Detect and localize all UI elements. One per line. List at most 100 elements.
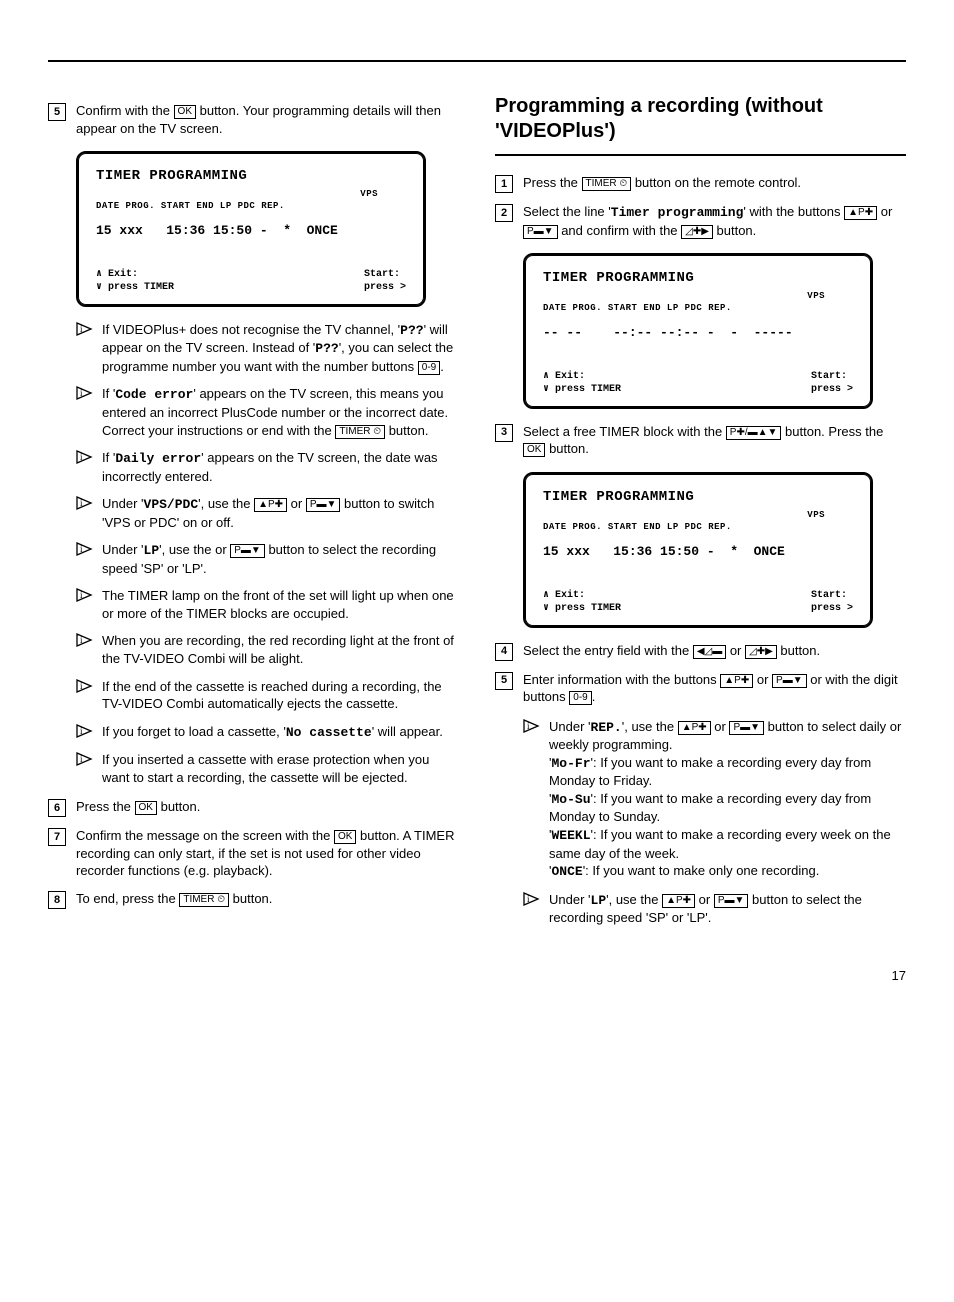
left-arrow-button-label: ◀◿▬	[693, 645, 726, 659]
note-text: Under 'LP', use the ▲P✚ or P▬▼ button to…	[549, 891, 906, 927]
p-plus-button-label: ▲P✚	[720, 674, 753, 688]
info-arrow-icon: i	[76, 450, 94, 485]
text: button.	[777, 643, 820, 658]
p-plus-button-label: ▲P✚	[662, 894, 695, 908]
text: Confirm with the	[76, 103, 174, 118]
tv-screen: TIMER PROGRAMMING VPS DATE PROG. START E…	[76, 151, 426, 307]
tv-data-row: 15 xxx 15:36 15:50 - * ONCE	[543, 543, 853, 561]
text: Select the entry field with the	[523, 643, 693, 658]
code-text: LP	[144, 543, 160, 558]
right-arrow-button-label: ◿✚▶	[681, 225, 713, 239]
text: or	[726, 643, 745, 658]
page-number: 17	[48, 967, 906, 985]
code-text: Mo-Su	[551, 792, 590, 807]
two-column-layout: 5 Confirm with the OK button. Your progr…	[48, 94, 906, 939]
left-column: 5 Confirm with the OK button. Your progr…	[48, 94, 459, 939]
section-title: Programming a recording (without 'VIDEOP…	[495, 94, 906, 144]
step-number: 5	[495, 672, 513, 690]
step-number: 4	[495, 643, 513, 661]
text: button on the remote control.	[631, 175, 801, 190]
text: Select the line '	[523, 204, 611, 219]
step-number: 7	[48, 828, 66, 846]
code-text: VPS/PDC	[144, 497, 199, 512]
note-item: i Under 'REP.', use the ▲P✚ or P▬▼ butto…	[523, 718, 906, 881]
top-rule	[48, 60, 906, 62]
step-number: 8	[48, 891, 66, 909]
tv-footer-left: ∧ Exit: ∨ press TIMER	[96, 268, 174, 295]
note-text: If you inserted a cassette with erase pr…	[102, 751, 459, 786]
text: button.	[385, 423, 428, 438]
text: Press the	[523, 175, 582, 190]
notes-block: i Under 'REP.', use the ▲P✚ or P▬▼ butto…	[523, 718, 906, 927]
text: Press the	[76, 799, 135, 814]
step-text: Confirm with the OK button. Your program…	[76, 102, 459, 137]
text: To end, press the	[76, 891, 179, 906]
step-text: Press the OK button.	[76, 798, 459, 817]
text: button.	[229, 891, 272, 906]
note-item: i Under 'VPS/PDC', use the ▲P✚ or P▬▼ bu…	[76, 495, 459, 531]
header-row: DATE PROG. START END LP PDC REP.	[543, 522, 732, 532]
code-text: P??	[315, 341, 338, 356]
text: or	[877, 204, 892, 219]
note-item: i Under 'LP', use the or P▬▼ button to s…	[76, 541, 459, 577]
info-arrow-icon: i	[76, 496, 94, 531]
step-text: Enter information with the buttons ▲P✚ o…	[523, 671, 906, 706]
step-text: To end, press the TIMER ⏲ button.	[76, 890, 459, 909]
step-number: 2	[495, 204, 513, 222]
step-number: 3	[495, 424, 513, 442]
text: If '	[102, 450, 115, 465]
code-text: ONCE	[551, 864, 582, 879]
info-arrow-icon: i	[523, 719, 541, 881]
step-number: 1	[495, 175, 513, 193]
note-item: i Under 'LP', use the ▲P✚ or P▬▼ button …	[523, 891, 906, 927]
note-text: If the end of the cassette is reached du…	[102, 678, 459, 713]
section-heading-block: Programming a recording (without 'VIDEOP…	[495, 94, 906, 156]
p-plus-button-label: ▲P✚	[678, 721, 711, 735]
vps-label: VPS	[543, 290, 853, 302]
right-column: Programming a recording (without 'VIDEOP…	[495, 94, 906, 939]
timer-button-label: TIMER ⏲	[335, 425, 385, 439]
step-1: 1 Press the TIMER ⏲ button on the remote…	[495, 174, 906, 193]
code-text: Timer programming	[611, 205, 744, 220]
text: or	[695, 892, 714, 907]
step-5r: 5 Enter information with the buttons ▲P✚…	[495, 671, 906, 706]
p-minus-button-label: P▬▼	[306, 498, 341, 512]
text: or	[287, 496, 306, 511]
tv-title: TIMER PROGRAMMING	[543, 269, 853, 288]
note-item: i The TIMER lamp on the front of the set…	[76, 587, 459, 622]
code-text: Mo-Fr	[551, 756, 590, 771]
tv-footer-right: Start: press >	[811, 589, 853, 616]
tv-footer-right: Start: press >	[364, 268, 406, 295]
text: If you forget to load a cassette, '	[102, 724, 286, 739]
tv-title: TIMER PROGRAMMING	[543, 488, 853, 507]
p-plus-button-label: ▲P✚	[844, 206, 877, 220]
p-updown-button-label: P✚/▬▲▼	[726, 426, 782, 440]
info-arrow-icon: i	[76, 322, 94, 376]
text: Under '	[549, 892, 591, 907]
text: ': If you want to make only one recordin…	[583, 863, 820, 878]
info-arrow-icon: i	[523, 892, 541, 927]
code-text: P??	[400, 323, 423, 338]
text: Enter information with the buttons	[523, 672, 720, 687]
tv-footer: ∧ Exit: ∨ press TIMER Start: press >	[543, 370, 853, 397]
info-arrow-icon: i	[76, 386, 94, 439]
tv-screen: TIMER PROGRAMMING VPS DATE PROG. START E…	[523, 472, 873, 628]
ok-button-label: OK	[523, 443, 545, 457]
text: Under '	[102, 542, 144, 557]
note-item: i If 'Daily error' appears on the TV scr…	[76, 449, 459, 485]
text: and confirm with the	[558, 223, 682, 238]
text: button.	[713, 223, 756, 238]
tv-headers: VPS DATE PROG. START END LP PDC REP.	[543, 509, 853, 533]
text: Confirm the message on the screen with t…	[76, 828, 334, 843]
digits-button-label: 0-9	[569, 691, 591, 705]
info-arrow-icon: i	[76, 724, 94, 742]
step-text: Select the entry field with the ◀◿▬ or ◿…	[523, 642, 906, 661]
text: ' with the buttons	[743, 204, 844, 219]
p-minus-button-label: P▬▼	[714, 894, 749, 908]
note-text: If you forget to load a cassette, 'No ca…	[102, 723, 459, 742]
note-item: i If you forget to load a cassette, 'No …	[76, 723, 459, 742]
text: button. Press the	[781, 424, 883, 439]
info-arrow-icon: i	[76, 679, 94, 713]
text: ' will appear.	[372, 724, 443, 739]
tv-footer: ∧ Exit: ∨ press TIMER Start: press >	[543, 589, 853, 616]
